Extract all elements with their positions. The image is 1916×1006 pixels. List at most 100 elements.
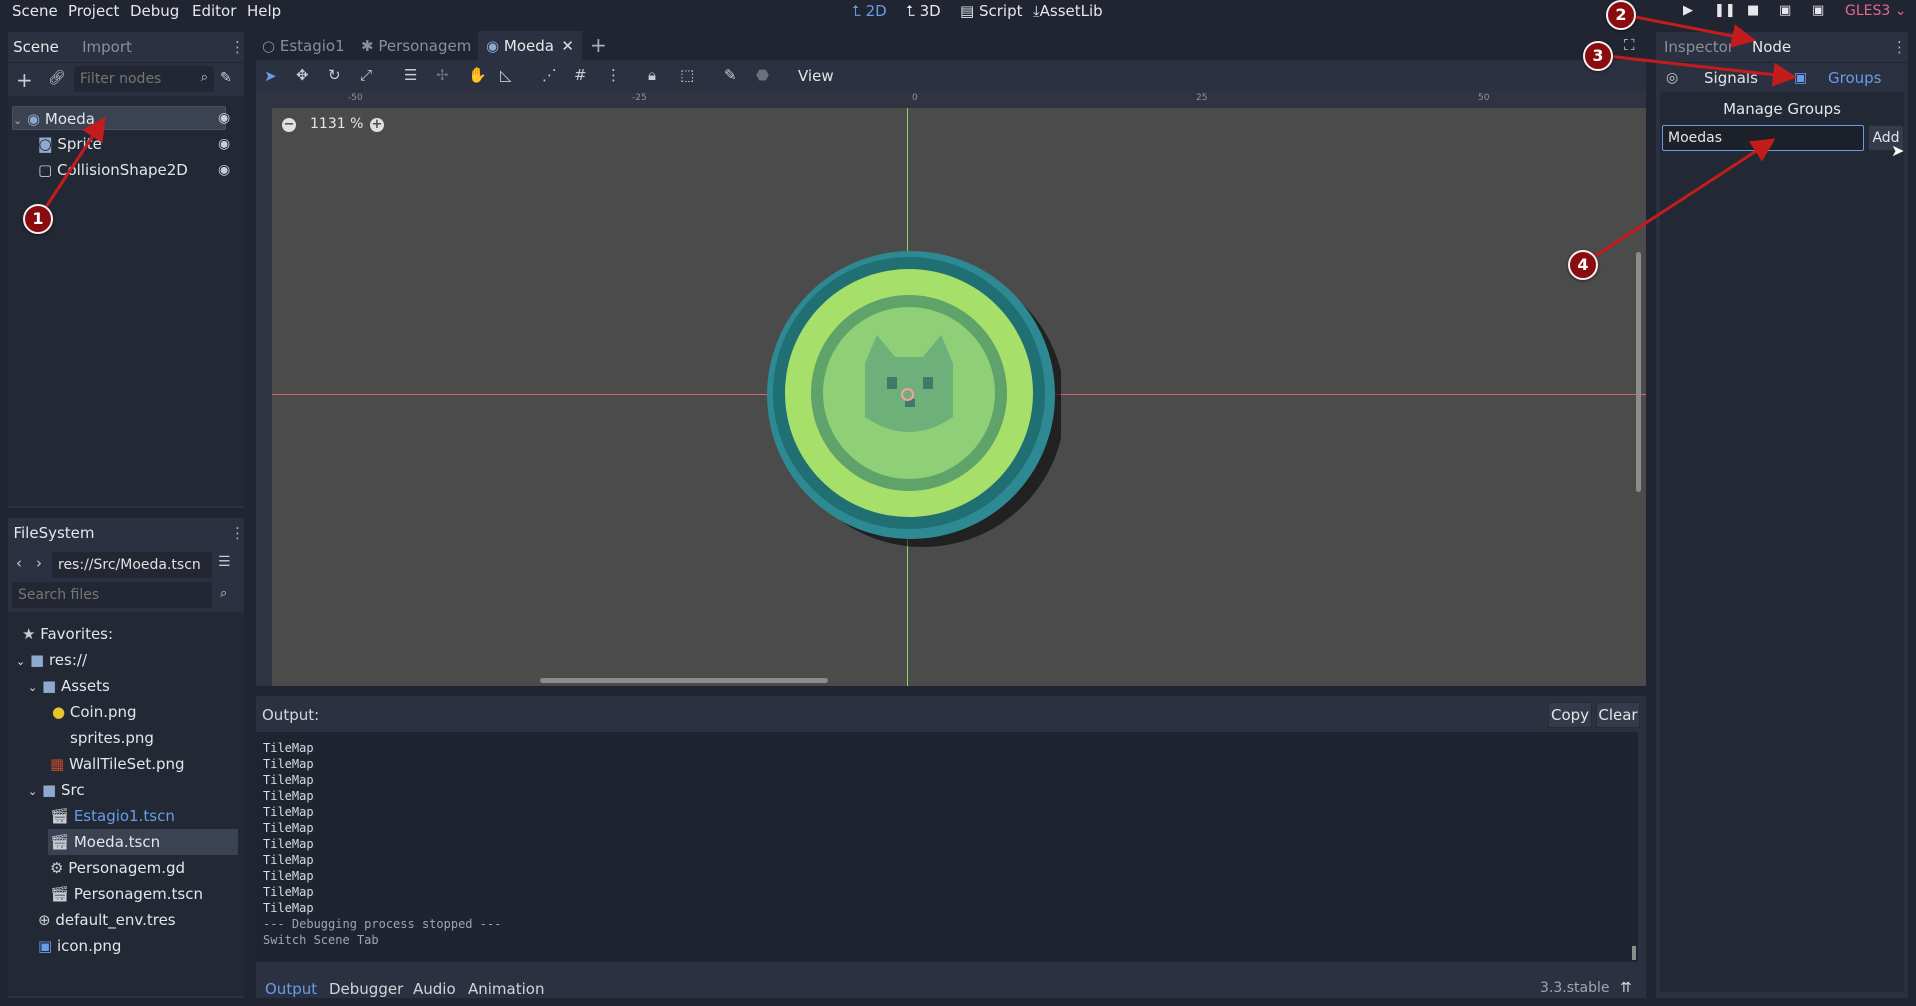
scene-tab-personagem[interactable]: ✱ Personagem: [361, 31, 471, 61]
close-icon[interactable]: ✕: [561, 31, 574, 61]
workspace-script-button[interactable]: ▤ Script: [960, 0, 1022, 22]
file-walltileset-png[interactable]: ▦ WallTileSet.png: [50, 751, 185, 777]
group-icon[interactable]: ⬚: [680, 66, 694, 84]
collapse-arrow-icon: ⌄: [16, 655, 26, 668]
filter-nodes-input[interactable]: [74, 66, 184, 92]
file-personagem-gd[interactable]: ⚙ Personagem.gd: [50, 855, 185, 881]
file-icon-png[interactable]: ▣ icon.png: [38, 933, 121, 959]
path-field[interactable]: res://Src/Moeda.tscn: [52, 552, 212, 578]
visibility-eye-icon[interactable]: ◉: [218, 136, 230, 152]
scene-tab-moeda[interactable]: ◉ Moeda ✕: [478, 31, 582, 61]
rotate-tool-icon[interactable]: ↻: [328, 66, 341, 84]
file-estagio1-tscn[interactable]: 🎬︎ Estagio1.tscn: [50, 803, 175, 829]
visibility-eye-icon[interactable]: ◉: [218, 162, 230, 178]
link-icon[interactable]: 🔗︎: [48, 70, 66, 86]
dock-menu-icon[interactable]: ⋮: [1892, 32, 1907, 62]
tab-scene[interactable]: Scene: [8, 32, 64, 62]
folder-res[interactable]: ⌄ ■ res://: [16, 647, 87, 673]
groups-tab[interactable]: Groups: [1828, 69, 1881, 87]
workspace-3d-button[interactable]: ⮤ 3D: [906, 0, 941, 22]
list-select-icon[interactable]: ☰: [404, 66, 417, 84]
add-node-icon[interactable]: +: [16, 68, 33, 92]
workspace-assetlib-button[interactable]: ⤓AssetLib: [1033, 0, 1103, 22]
viewport-2d[interactable]: -50 -25 0 25 50 − 1131 % +: [256, 92, 1646, 686]
clear-button[interactable]: Clear: [1596, 702, 1640, 728]
zoom-out-icon[interactable]: −: [282, 118, 296, 132]
scene-tab-estagio1[interactable]: ○ Estagio1: [262, 31, 345, 61]
tree-node-collisionshape2d[interactable]: ▢ CollisionShape2D: [38, 158, 268, 182]
filesystem-dock: FileSystem ⋮ ‹ › res://Src/Moeda.tscn ☰ …: [8, 518, 245, 998]
file-sprites-png[interactable]: sprites.png: [70, 725, 154, 751]
search-files-field[interactable]: [12, 582, 212, 608]
visibility-eye-icon[interactable]: ◉: [218, 110, 230, 126]
menu-help[interactable]: Help: [247, 0, 281, 22]
camera-override-icon[interactable]: ⬣: [756, 66, 769, 84]
folder-assets[interactable]: ⌄ ■ Assets: [28, 673, 110, 699]
lock-icon[interactable]: 🔒︎: [648, 66, 656, 84]
search-files-input[interactable]: [12, 582, 182, 608]
vertical-scrollbar[interactable]: [1636, 252, 1641, 492]
folder-src[interactable]: ⌄ ■ Src: [28, 777, 85, 803]
scale-tool-icon[interactable]: ⤢: [360, 66, 372, 84]
bottom-tab-output[interactable]: Output: [265, 980, 317, 998]
menu-project[interactable]: Project: [68, 0, 119, 22]
tab-inspector[interactable]: Inspector: [1664, 32, 1734, 62]
expand-panel-icon[interactable]: ⇈: [1620, 980, 1632, 996]
copy-button[interactable]: Copy: [1548, 702, 1592, 728]
collapse-arrow-icon: ⌄: [13, 114, 23, 127]
output-scrollbar[interactable]: [1632, 946, 1636, 960]
tab-node[interactable]: Node: [1744, 32, 1800, 62]
bottom-tab-animation[interactable]: Animation: [468, 980, 544, 998]
signals-tab[interactable]: Signals: [1704, 69, 1758, 87]
file-moeda-tscn[interactable]: 🎬︎ Moeda.tscn: [48, 829, 238, 855]
dock-menu-icon[interactable]: ⋮: [230, 518, 245, 548]
view-menu[interactable]: View: [798, 67, 834, 85]
forward-arrow-icon[interactable]: ›: [36, 554, 42, 572]
bottom-tab-audio[interactable]: Audio: [413, 980, 456, 998]
renderer-label: GLES3: [1845, 3, 1891, 19]
list-view-icon[interactable]: ☰: [218, 554, 231, 570]
tab-import[interactable]: Import: [74, 32, 140, 62]
menu-editor[interactable]: Editor: [192, 0, 236, 22]
log-line: TileMap: [263, 837, 314, 851]
file-personagem-tscn[interactable]: 🎬︎ Personagem.tscn: [50, 881, 203, 907]
select-tool-icon[interactable]: ➤: [264, 67, 277, 85]
more-options-icon[interactable]: ⋮: [606, 66, 621, 84]
bone-icon[interactable]: ✎: [724, 66, 737, 84]
dock-menu-icon[interactable]: ⋮: [230, 32, 245, 62]
add-tab-icon[interactable]: +: [590, 30, 607, 60]
renderer-select[interactable]: GLES3 ⌄: [1845, 0, 1906, 22]
bottom-tab-debugger[interactable]: Debugger: [329, 980, 403, 998]
tree-node-moeda[interactable]: ⌄ ◉ Moeda: [12, 106, 226, 130]
mouse-cursor-icon: ➤: [1891, 141, 1905, 160]
back-arrow-icon[interactable]: ‹: [16, 554, 22, 572]
menu-scene[interactable]: Scene: [12, 0, 58, 22]
favorites-item[interactable]: ★ Favorites:: [22, 621, 113, 647]
smart-snap-icon[interactable]: ⋰: [542, 66, 557, 84]
workspace-2d-button[interactable]: ⮤ 2D: [852, 0, 887, 22]
pan-hand-icon[interactable]: ✋: [468, 66, 487, 84]
group-name-field[interactable]: [1662, 125, 1864, 151]
stop-icon[interactable]: ■: [1747, 0, 1759, 22]
play-custom-scene-icon[interactable]: ▣: [1812, 0, 1824, 22]
group-name-input[interactable]: [1663, 126, 1859, 150]
move-tool-icon[interactable]: ✥: [296, 66, 309, 84]
file-coin-png[interactable]: ● Coin.png: [52, 699, 137, 725]
grid-snap-icon[interactable]: #: [574, 66, 587, 84]
coin-node-icon: ◉: [486, 37, 500, 55]
pause-icon[interactable]: ❚❚: [1714, 0, 1736, 22]
tree-node-sprite[interactable]: ◙ Sprite: [38, 132, 268, 156]
file-default-env[interactable]: ⊕ default_env.tres: [38, 907, 176, 933]
horizontal-scrollbar[interactable]: [540, 678, 828, 683]
pivot-icon[interactable]: ✢: [436, 66, 449, 84]
tab-filesystem[interactable]: FileSystem: [8, 518, 100, 548]
play-scene-icon[interactable]: ▣: [1779, 0, 1791, 22]
distraction-free-icon[interactable]: ⛶: [1624, 30, 1635, 60]
script-attach-icon[interactable]: ✎: [220, 70, 232, 86]
play-icon[interactable]: ▶: [1683, 0, 1693, 22]
zoom-in-icon[interactable]: +: [370, 118, 384, 132]
menu-debug[interactable]: Debug: [130, 0, 179, 22]
ruler-icon[interactable]: ◺: [500, 66, 512, 84]
output-log[interactable]: TileMap TileMap TileMap TileMap TileMap …: [256, 732, 1638, 962]
filter-nodes-field[interactable]: ⌕: [74, 66, 214, 92]
